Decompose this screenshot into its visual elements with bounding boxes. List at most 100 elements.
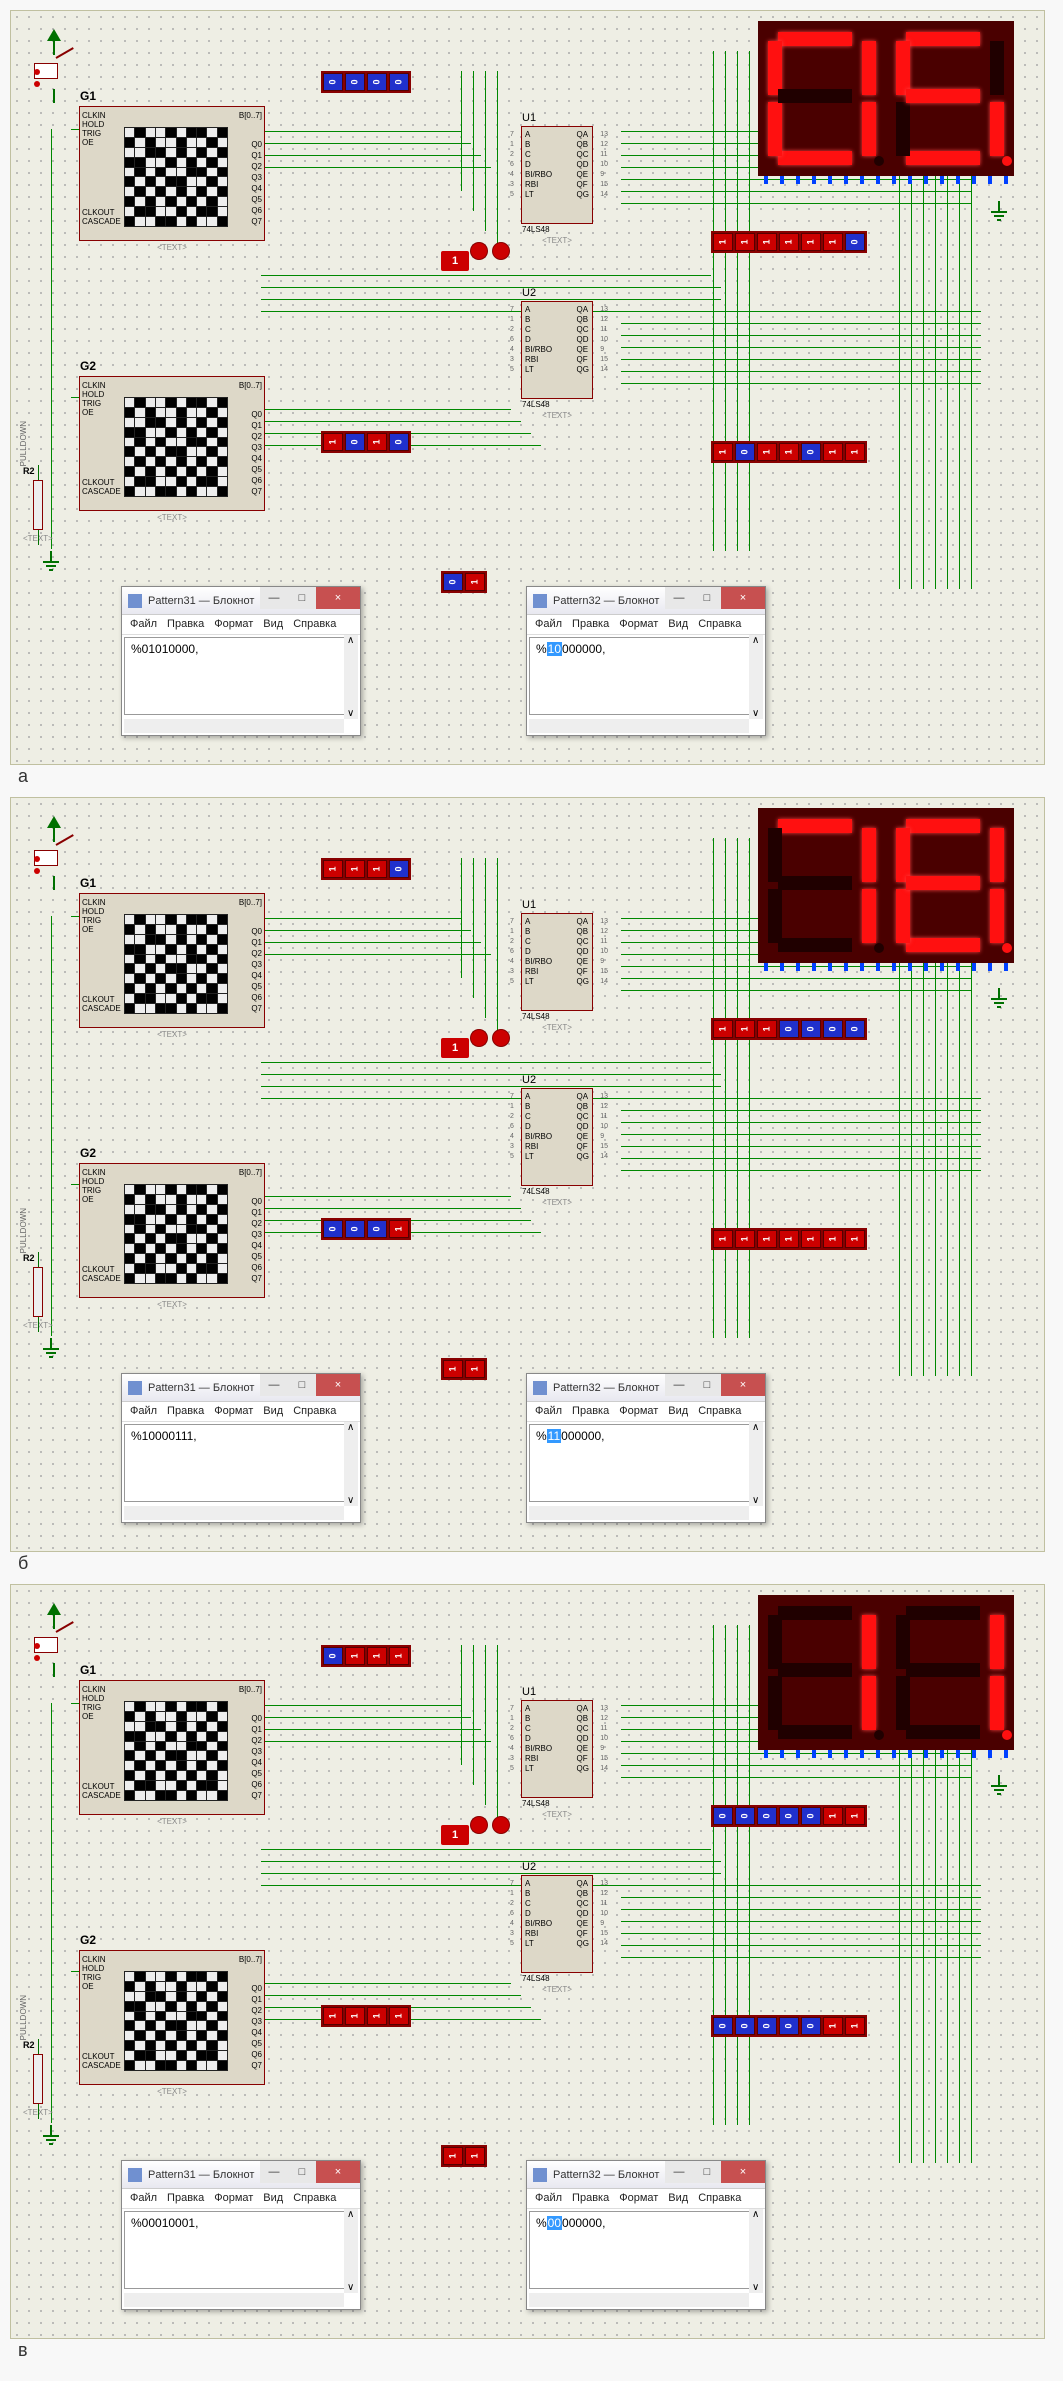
- scrollbar-horizontal[interactable]: [529, 2293, 749, 2307]
- menu-item[interactable]: Файл: [130, 2192, 157, 2205]
- maximize-button[interactable]: □: [288, 2161, 316, 2183]
- scrollbar-horizontal[interactable]: [124, 1506, 344, 1520]
- menu-item[interactable]: Справка: [698, 1405, 741, 1418]
- logic-bank-u2-out[interactable]: 1011011: [711, 441, 867, 463]
- menu-item[interactable]: Справка: [698, 618, 741, 631]
- minimize-button[interactable]: —: [665, 587, 693, 609]
- menu-item[interactable]: Файл: [535, 1405, 562, 1418]
- menu-item[interactable]: Справка: [293, 618, 336, 631]
- close-button[interactable]: ×: [316, 587, 360, 609]
- menu-item[interactable]: Формат: [619, 618, 658, 631]
- maximize-button[interactable]: □: [693, 2161, 721, 2183]
- notepad-right-titlebar[interactable]: Pattern32 — Блокнот—□×: [527, 2161, 765, 2189]
- scrollbar-horizontal[interactable]: [529, 1506, 749, 1520]
- menu-item[interactable]: Правка: [167, 1405, 204, 1418]
- notepad-left-text-area[interactable]: %01010000,: [124, 637, 358, 715]
- notepad-left-titlebar[interactable]: Pattern31 — Блокнот—□×: [122, 2161, 360, 2189]
- menu-item[interactable]: Справка: [293, 1405, 336, 1418]
- seven-segment-display[interactable]: [758, 1595, 1014, 1750]
- menu-item[interactable]: Формат: [214, 2192, 253, 2205]
- logic-bank-mid[interactable]: 1010: [321, 431, 411, 453]
- menu-item[interactable]: Формат: [214, 1405, 253, 1418]
- menu-item[interactable]: Вид: [668, 2192, 688, 2205]
- schematic-panel-в[interactable]: G1CLKINHOLDTRIGOECLKOUTCASCADEB[0..7]Q0Q…: [10, 1584, 1045, 2339]
- menu-item[interactable]: Вид: [263, 2192, 283, 2205]
- notepad-right-text-area[interactable]: %00000000,: [529, 2211, 763, 2289]
- menu-item[interactable]: Правка: [167, 618, 204, 631]
- scrollbar-horizontal[interactable]: [124, 719, 344, 733]
- close-button[interactable]: ×: [316, 2161, 360, 2183]
- menu-item[interactable]: Файл: [535, 618, 562, 631]
- switch[interactable]: [34, 844, 74, 874]
- minimize-button[interactable]: —: [260, 1374, 288, 1396]
- scrollbar-vertical[interactable]: [344, 635, 358, 719]
- menu-item[interactable]: Вид: [668, 1405, 688, 1418]
- maximize-button[interactable]: □: [288, 587, 316, 609]
- notepad-left[interactable]: Pattern31 — Блокнот—□×ФайлПравкаФорматВи…: [121, 586, 361, 736]
- scrollbar-vertical[interactable]: [749, 1422, 763, 1506]
- logic-bank-u2-out[interactable]: 1111111: [711, 1228, 867, 1250]
- logic-bank-top[interactable]: 0000: [321, 71, 411, 93]
- menu-item[interactable]: Формат: [619, 2192, 658, 2205]
- pulldown-resistor[interactable]: PULLDOWNR2<TEXT>: [19, 421, 53, 543]
- pattern-gen-2[interactable]: G2CLKINHOLDTRIGOECLKOUTCASCADEB[0..7]Q0Q…: [79, 1163, 265, 1298]
- scrollbar-vertical[interactable]: [344, 1422, 358, 1506]
- decoder-u2[interactable]: U2ABCDBI/RBORBILTQAQBQCQDQEQFQG712643513…: [521, 301, 593, 399]
- close-button[interactable]: ×: [721, 1374, 765, 1396]
- schematic-panel-а[interactable]: G1CLKINHOLDTRIGOECLKOUTCASCADEB[0..7]Q0Q…: [10, 10, 1045, 765]
- pattern-gen-1[interactable]: G1CLKINHOLDTRIGOECLKOUTCASCADEB[0..7]Q0Q…: [79, 1680, 265, 1815]
- menu-item[interactable]: Вид: [263, 1405, 283, 1418]
- logic-bank-u1-out[interactable]: 0000011: [711, 1805, 867, 1827]
- scrollbar-vertical[interactable]: [749, 2209, 763, 2293]
- notepad-right[interactable]: Pattern32 — Блокнот—□×ФайлПравкаФорматВи…: [526, 1373, 766, 1523]
- logic-bank-mid[interactable]: 1111: [321, 2005, 411, 2027]
- menu-item[interactable]: Вид: [668, 618, 688, 631]
- close-button[interactable]: ×: [721, 2161, 765, 2183]
- decoder-u1[interactable]: U1ABCDBI/RBORBILTQAQBQCQDQEQFQG712643513…: [521, 126, 593, 224]
- schematic-panel-б[interactable]: G1CLKINHOLDTRIGOECLKOUTCASCADEB[0..7]Q0Q…: [10, 797, 1045, 1552]
- minimize-button[interactable]: —: [665, 1374, 693, 1396]
- pattern-gen-1[interactable]: G1CLKINHOLDTRIGOECLKOUTCASCADEB[0..7]Q0Q…: [79, 893, 265, 1028]
- maximize-button[interactable]: □: [288, 1374, 316, 1396]
- logic-state-source[interactable]: 1: [441, 251, 469, 271]
- pattern-gen-1[interactable]: G1CLKINHOLDTRIGOECLKOUTCASCADEB[0..7]Q0Q…: [79, 106, 265, 241]
- notepad-right-text-area[interactable]: %10000000,: [529, 637, 763, 715]
- notepad-right[interactable]: Pattern32 — Блокнот—□× Файл Правка Формат Ви…: [526, 2160, 766, 2310]
- logic-bank-bottom[interactable]: 11: [441, 2145, 487, 2167]
- logic-bank-mid[interactable]: 0001: [321, 1218, 411, 1240]
- pulldown-resistor[interactable]: PULLDOWNR2<TEXT>: [19, 1995, 53, 2117]
- notepad-left[interactable]: Pattern31 — Блокнот—□× Файл Правка Формат Ви…: [121, 2160, 361, 2310]
- notepad-right-titlebar[interactable]: Pattern32 — Блокнот—□×: [527, 587, 765, 615]
- close-button[interactable]: ×: [721, 587, 765, 609]
- notepad-right-text-area[interactable]: %11000000,: [529, 1424, 763, 1502]
- minimize-button[interactable]: —: [665, 2161, 693, 2183]
- menu-item[interactable]: Правка: [572, 618, 609, 631]
- logic-bank-bottom[interactable]: 01: [441, 571, 487, 593]
- logic-state-source[interactable]: 1: [441, 1038, 469, 1058]
- maximize-button[interactable]: □: [693, 587, 721, 609]
- menu-item[interactable]: Справка: [293, 2192, 336, 2205]
- switch[interactable]: [34, 57, 74, 87]
- notepad-left-titlebar[interactable]: Pattern31 — Блокнот—□×: [122, 1374, 360, 1402]
- minimize-button[interactable]: —: [260, 2161, 288, 2183]
- menu-item[interactable]: Файл: [130, 618, 157, 631]
- logic-bank-u1-out[interactable]: 1110000: [711, 1018, 867, 1040]
- scrollbar-horizontal[interactable]: [124, 2293, 344, 2307]
- seven-segment-display[interactable]: [758, 21, 1014, 176]
- notepad-left-text-area[interactable]: %10000111,: [124, 1424, 358, 1502]
- notepad-left-titlebar[interactable]: Pattern31 — Блокнот—□×: [122, 587, 360, 615]
- notepad-left-text-area[interactable]: %00010001,: [124, 2211, 358, 2289]
- decoder-u2[interactable]: U2ABCDBI/RBORBILTQAQBQCQDQEQFQG712643513…: [521, 1088, 593, 1186]
- switch[interactable]: [34, 1631, 74, 1661]
- notepad-right-titlebar[interactable]: Pattern32 — Блокнот—□×: [527, 1374, 765, 1402]
- scrollbar-horizontal[interactable]: [529, 719, 749, 733]
- menu-item[interactable]: Правка: [167, 2192, 204, 2205]
- menu-item[interactable]: Правка: [572, 2192, 609, 2205]
- decoder-u1[interactable]: U1ABCDBI/RBORBILTQAQBQCQDQEQFQG712643513…: [521, 913, 593, 1011]
- minimize-button[interactable]: —: [260, 587, 288, 609]
- menu-item[interactable]: Файл: [535, 2192, 562, 2205]
- decoder-u2[interactable]: U2ABCDBI/RBORBILTQAQBQCQDQEQFQG712643513…: [521, 1875, 593, 1973]
- scrollbar-vertical[interactable]: [344, 2209, 358, 2293]
- pulldown-resistor[interactable]: PULLDOWNR2<TEXT>: [19, 1208, 53, 1330]
- menu-item[interactable]: Справка: [698, 2192, 741, 2205]
